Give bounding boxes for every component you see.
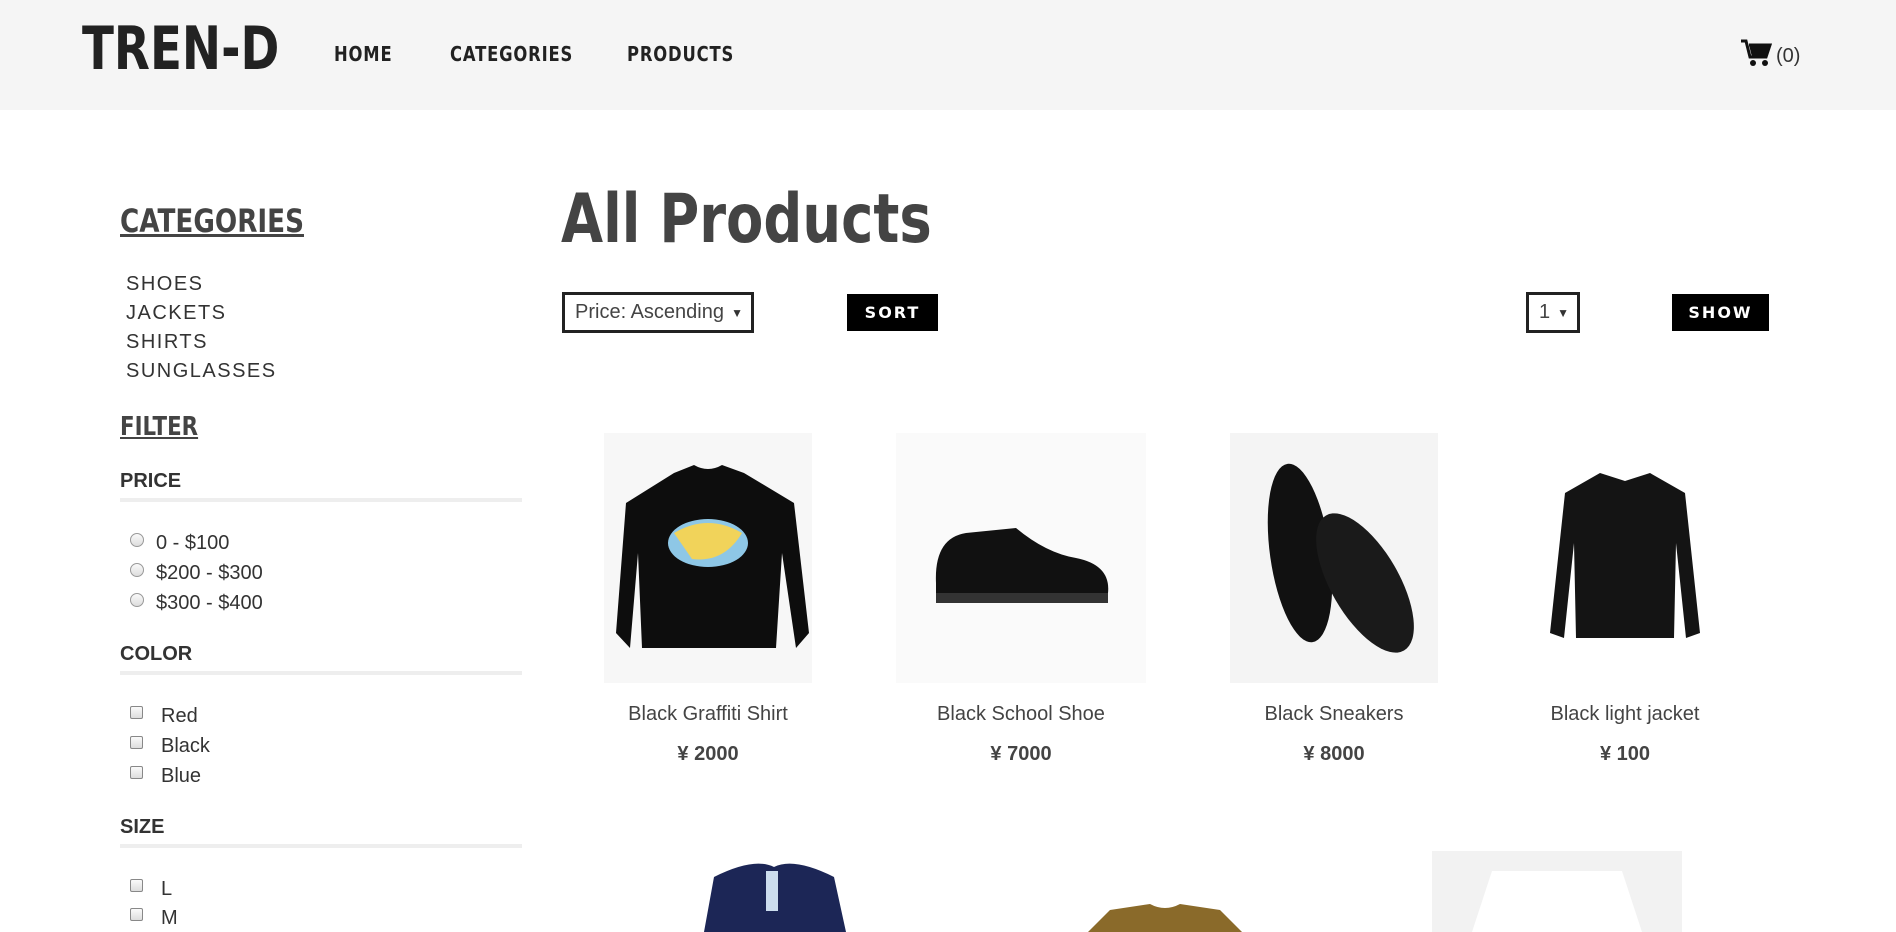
product-price: ¥ 8000 xyxy=(1303,743,1365,765)
color-option[interactable]: Black xyxy=(130,735,210,758)
price-option[interactable]: $200 - $300 xyxy=(130,562,263,585)
dropdown-arrow-icon: ▼ xyxy=(731,306,743,320)
filter-heading[interactable]: FILTER xyxy=(120,412,198,442)
product-name[interactable]: Black light jacket xyxy=(1475,703,1775,726)
product-price: ¥ 7000 xyxy=(990,743,1052,765)
product-name[interactable]: Black Sneakers xyxy=(1184,703,1484,726)
product-image[interactable] xyxy=(1432,851,1682,932)
product-image[interactable] xyxy=(694,857,854,932)
sort-button[interactable]: SORT xyxy=(847,294,938,331)
product-image[interactable] xyxy=(1520,433,1730,683)
size-filter-title: SIZE xyxy=(120,816,165,838)
product-image[interactable] xyxy=(604,433,812,683)
color-divider xyxy=(120,671,522,675)
size-divider xyxy=(120,844,522,848)
price-filter-title: PRICE xyxy=(120,470,182,492)
radio-button[interactable] xyxy=(130,592,144,607)
category-jackets[interactable]: JACKETS xyxy=(126,299,277,328)
color-option[interactable]: Blue xyxy=(130,765,201,788)
checkbox[interactable] xyxy=(130,908,143,921)
size-option[interactable]: L xyxy=(130,878,172,901)
page-title: All Products xyxy=(561,180,932,259)
site-header: TREN-D HOME CATEGORIES PRODUCTS (0) xyxy=(0,0,1896,110)
site-logo[interactable]: TREN-D xyxy=(82,14,279,84)
show-button[interactable]: SHOW xyxy=(1672,294,1769,331)
category-sunglasses[interactable]: SUNGLASSES xyxy=(126,357,277,386)
color-option[interactable]: Red xyxy=(130,705,198,728)
product-image[interactable] xyxy=(1080,904,1250,932)
price-option[interactable]: $300 - $400 xyxy=(130,592,263,615)
checkbox[interactable] xyxy=(130,766,143,779)
product-price: ¥ 100 xyxy=(1599,743,1651,765)
price-option[interactable]: 0 - $100 xyxy=(130,532,229,555)
dropdown-arrow-icon: ▼ xyxy=(1557,306,1569,320)
categories-heading[interactable]: CATEGORIES xyxy=(120,202,304,240)
checkbox[interactable] xyxy=(130,706,143,719)
show-count-select[interactable]: 1 ▼ xyxy=(1526,292,1580,333)
product-price: ¥ 2000 xyxy=(677,743,739,765)
size-option[interactable]: M xyxy=(130,907,178,930)
category-shirts[interactable]: SHIRTS xyxy=(126,328,277,357)
category-list: SHOES JACKETS SHIRTS SUNGLASSES xyxy=(126,270,277,386)
product-image[interactable] xyxy=(1230,433,1438,683)
product-name[interactable]: Black School Shoe xyxy=(871,703,1171,726)
color-filter-title: COLOR xyxy=(120,643,193,665)
nav-categories-link[interactable]: CATEGORIES xyxy=(450,42,614,66)
radio-button[interactable] xyxy=(130,562,144,577)
nav-products-link[interactable]: PRODUCTS xyxy=(627,42,742,66)
sort-select[interactable]: Price: Ascending ▼ xyxy=(562,292,754,333)
cart-count: (0) xyxy=(1776,44,1801,67)
shopping-cart-icon xyxy=(1740,38,1773,74)
nav-home-link[interactable]: HOME xyxy=(334,42,432,66)
product-image[interactable] xyxy=(896,433,1146,683)
cart-link[interactable]: (0) xyxy=(1740,38,1800,74)
price-divider xyxy=(120,498,522,502)
radio-button[interactable] xyxy=(130,532,144,547)
checkbox[interactable] xyxy=(130,736,143,749)
category-shoes[interactable]: SHOES xyxy=(126,270,277,299)
checkbox[interactable] xyxy=(130,879,143,892)
product-name[interactable]: Black Graffiti Shirt xyxy=(558,703,858,726)
